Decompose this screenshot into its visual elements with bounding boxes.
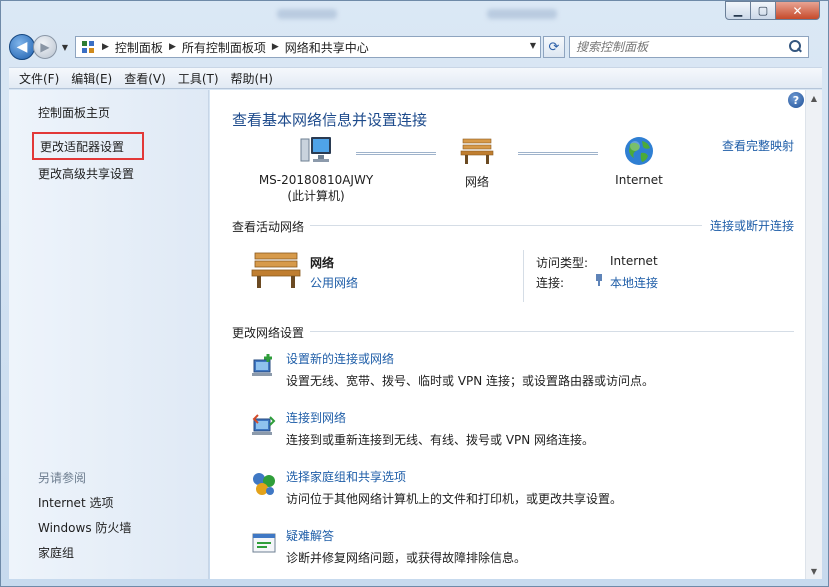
control-panel-home-link[interactable]: 控制面板主页 xyxy=(38,104,110,121)
network-adapter-icon xyxy=(594,273,604,290)
local-connection-link[interactable]: 本地连接 xyxy=(610,274,658,291)
breadcrumb-control-panel[interactable]: 控制面板 xyxy=(115,39,163,56)
map-node-computer[interactable]: MS-20180810AJWY (此计算机) xyxy=(256,135,376,204)
access-type-value: Internet xyxy=(610,254,658,268)
maximize-button[interactable]: ▢ xyxy=(751,1,776,20)
network-type-link[interactable]: 公用网络 xyxy=(310,274,358,291)
new-connection-icon xyxy=(250,352,278,380)
refresh-button[interactable]: ⟳ xyxy=(543,36,565,58)
recent-pages-dropdown[interactable]: ▼ xyxy=(59,43,71,52)
breadcrumb-separator[interactable]: ▶ xyxy=(102,42,109,52)
task-description: 连接到或重新连接到无线、有线、拨号或 VPN 网络连接。 xyxy=(286,433,595,447)
task-description: 诊断并修复网络问题，或获得故障排除信息。 xyxy=(286,551,527,565)
caption-buttons: ▁ ▢ ✕ xyxy=(725,1,820,20)
address-bar[interactable]: ▶ 控制面板 ▶ 所有控制面板项 ▶ 网络和共享中心 ▼ xyxy=(75,36,541,58)
windows-firewall-link[interactable]: Windows 防火墙 xyxy=(38,519,131,536)
change-advanced-sharing-link[interactable]: 更改高级共享设置 xyxy=(38,165,134,182)
menu-help[interactable]: 帮助(H) xyxy=(225,70,279,87)
access-type-label: 访问类型: xyxy=(536,256,589,270)
close-button[interactable]: ✕ xyxy=(776,1,820,20)
connect-network-icon xyxy=(250,411,278,439)
globe-icon xyxy=(622,135,656,167)
homegroup-link[interactable]: 家庭组 xyxy=(38,544,74,561)
scroll-up-button[interactable]: ▲ xyxy=(806,90,822,106)
task-description: 访问位于其他网络计算机上的文件和打印机，或更改共享设置。 xyxy=(286,492,623,506)
network-node-label: 网络 xyxy=(464,175,489,189)
forward-button[interactable]: ▶ xyxy=(33,35,57,59)
control-panel-icon xyxy=(80,40,96,54)
connection-label: 连接: xyxy=(536,276,565,290)
bench-network-icon xyxy=(460,135,494,167)
section-divider xyxy=(310,331,794,332)
breadcrumb-separator[interactable]: ▶ xyxy=(272,42,279,52)
window: ▁ ▢ ✕ ◀ ▶ ▼ ▶ 控制面板 ▶ 所有控制面板项 ▶ 网络和共享中心 ▼… xyxy=(0,0,829,587)
breadcrumb-network-center[interactable]: 网络和共享中心 xyxy=(285,39,369,56)
menu-tools[interactable]: 工具(T) xyxy=(172,70,225,87)
internet-options-link[interactable]: Internet 选项 xyxy=(38,494,113,511)
menu-edit[interactable]: 编辑(E) xyxy=(65,70,118,87)
task-title[interactable]: 连接到网络 xyxy=(286,409,346,426)
change-adapter-settings-link[interactable]: 更改适配器设置 xyxy=(32,132,145,160)
navigation-bar: ◀ ▶ ▼ ▶ 控制面板 ▶ 所有控制面板项 ▶ 网络和共享中心 ▼ ⟳ xyxy=(9,31,822,63)
homegroup-icon xyxy=(250,470,278,498)
menu-file[interactable]: 文件(F) xyxy=(13,70,65,87)
vertical-divider xyxy=(523,250,524,302)
map-node-network[interactable]: 网络 xyxy=(437,135,517,190)
see-also-header: 另请参阅 xyxy=(38,471,87,485)
link-line xyxy=(356,152,436,155)
bench-network-icon xyxy=(250,250,302,290)
task-title[interactable]: 选择家庭组和共享选项 xyxy=(286,468,406,485)
back-button[interactable]: ◀ xyxy=(9,34,35,60)
internet-node-label: Internet xyxy=(615,173,663,187)
title-area xyxy=(277,9,337,19)
breadcrumb-separator[interactable]: ▶ xyxy=(169,42,176,52)
menu-bar: 文件(F) 编辑(E) 查看(V) 工具(T) 帮助(H) xyxy=(9,67,822,89)
search-box[interactable] xyxy=(569,36,809,58)
search-icon[interactable] xyxy=(788,40,802,54)
address-dropdown-icon[interactable]: ▼ xyxy=(530,41,536,50)
search-input[interactable] xyxy=(576,40,788,54)
menu-view[interactable]: 查看(V) xyxy=(118,70,172,87)
change-network-settings-label: 更改网络设置 xyxy=(232,326,305,340)
task-title[interactable]: 疑难解答 xyxy=(286,527,334,544)
map-node-internet[interactable]: Internet xyxy=(599,135,679,187)
task-title[interactable]: 设置新的连接或网络 xyxy=(286,350,394,367)
scroll-down-button[interactable]: ▼ xyxy=(806,563,822,579)
breadcrumb-all-items[interactable]: 所有控制面板项 xyxy=(182,39,266,56)
active-network-name: 网络 xyxy=(310,256,335,270)
troubleshoot-icon xyxy=(250,529,278,557)
main-content: ? 查看基本网络信息并设置连接 查看完整映射 MS-20180810AJWY (… xyxy=(210,90,822,579)
computer-subtitle: (此计算机) xyxy=(287,189,345,203)
title-area-right xyxy=(487,9,557,19)
help-icon[interactable]: ? xyxy=(788,92,804,108)
see-full-map-link[interactable]: 查看完整映射 xyxy=(722,137,794,154)
active-networks-label: 查看活动网络 xyxy=(232,220,305,234)
computer-icon xyxy=(299,135,333,167)
link-line xyxy=(518,152,598,155)
left-task-pane: 控制面板主页 更改适配器设置 更改高级共享设置 另请参阅 Internet 选项… xyxy=(9,90,209,579)
section-divider xyxy=(310,225,702,226)
vertical-scrollbar[interactable]: ▲ ▼ xyxy=(805,90,822,579)
page-title: 查看基本网络信息并设置连接 xyxy=(232,111,428,129)
computer-name: MS-20180810AJWY xyxy=(258,173,374,187)
task-description: 设置无线、宽带、拨号、临时或 VPN 连接；或设置路由器或访问点。 xyxy=(286,374,655,388)
minimize-button[interactable]: ▁ xyxy=(725,1,751,20)
connect-or-disconnect-link[interactable]: 连接或断开连接 xyxy=(710,217,794,234)
